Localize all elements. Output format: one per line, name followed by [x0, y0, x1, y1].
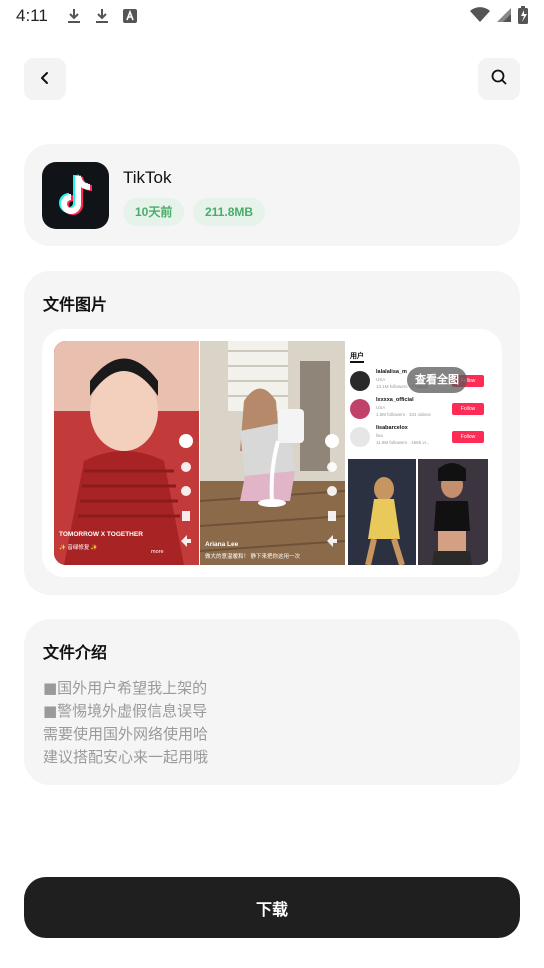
- font-icon: [122, 7, 138, 25]
- shot3-header: 用户: [350, 353, 364, 360]
- screenshot-3[interactable]: 用户 lalalalisa_m USA 13.1M followers · 7 …: [346, 341, 491, 565]
- user-name: lisabarcelox: [376, 425, 408, 431]
- signal-icon: [496, 7, 512, 28]
- screenshot-2-image: [200, 341, 345, 565]
- avatar: [350, 427, 370, 447]
- download-icon: [94, 7, 110, 25]
- screenshots-gallery[interactable]: TOMORROW X TOGETHER ✨ 音绿修复 ✨ more Ariana…: [42, 329, 502, 577]
- avatar: [350, 371, 370, 391]
- user-meta: USA: [376, 377, 386, 382]
- updated-tag: 10天前: [123, 198, 185, 226]
- back-button[interactable]: [24, 58, 66, 100]
- intro-line: ■国外用户希望我上架的: [43, 679, 208, 697]
- download-icon: [66, 7, 82, 25]
- app-info-card: TikTok 10天前 211.8MB: [24, 144, 520, 246]
- user-stats: 1.5M followers · 101 videos: [376, 412, 431, 417]
- size-tag: 211.8MB: [193, 198, 266, 226]
- battery-icon: [518, 6, 528, 29]
- app-name: TikTok: [123, 168, 172, 187]
- follow-button[interactable]: Follow: [452, 403, 484, 415]
- shot1-caption: TOMORROW X TOGETHER: [59, 531, 143, 538]
- view-all-button[interactable]: 查看全图: [407, 367, 467, 393]
- user-row: lxxxxa_official USA 1.5M followers · 101…: [350, 397, 488, 423]
- user-name: lalalalisa_m: [376, 369, 407, 375]
- download-button[interactable]: 下载: [24, 877, 520, 938]
- tiktok-logo-icon: [58, 173, 92, 215]
- search-icon: [491, 69, 507, 89]
- chevron-left-icon: [38, 70, 52, 89]
- app-icon: [42, 162, 109, 229]
- screenshots-title: 文件图片: [43, 295, 108, 314]
- wifi-icon: [470, 7, 490, 28]
- follow-button[interactable]: Follow: [452, 431, 484, 443]
- shot3-tab-underline: [350, 361, 364, 363]
- user-name: lxxxxa_official: [376, 397, 414, 403]
- user-stats: 11.8M followers · 1665 vi...: [376, 440, 430, 445]
- video-thumbnails: [348, 459, 488, 565]
- status-bar: 4:11: [0, 0, 544, 32]
- intro-line: 需要使用国外网络使用哈: [43, 725, 209, 743]
- screenshot-2[interactable]: Ariana Lee 做大的意温暖和！ 静下来把你这用一次: [200, 341, 345, 565]
- shot1-sub: ✨ 音绿修复 ✨: [59, 545, 98, 551]
- intro-text: ■国外用户希望我上架的 ■警惕境外虚假信息误导 需要使用国外网络使用哈 建议搭配…: [43, 677, 208, 769]
- screenshots-card: 文件图片 TOMORROW X TOGETHER ✨ 音绿修复 ✨ more A…: [24, 271, 520, 595]
- search-button[interactable]: [478, 58, 520, 100]
- intro-card: 文件介绍 ■国外用户希望我上架的 ■警惕境外虚假信息误导 需要使用国外网络使用哈…: [24, 619, 520, 785]
- shot2-caption: Ariana Lee: [205, 541, 239, 548]
- screenshot-1[interactable]: TOMORROW X TOGETHER ✨ 音绿修复 ✨ more: [54, 341, 199, 565]
- shot2-sub: 做大的意温暖和！ 静下来把你这用一次: [205, 554, 301, 560]
- avatar: [350, 399, 370, 419]
- status-time: 4:11: [16, 6, 48, 25]
- user-meta: USA: [376, 405, 386, 410]
- user-row: lisabarcelox lisa 11.8M followers · 1665…: [350, 425, 488, 451]
- shot1-more: more: [151, 549, 164, 555]
- intro-line: 建议搭配安心来一起用哦: [43, 748, 209, 766]
- intro-line: ■警惕境外虚假信息误导: [43, 702, 208, 720]
- user-meta: lisa: [376, 433, 383, 438]
- intro-title: 文件介绍: [43, 643, 108, 662]
